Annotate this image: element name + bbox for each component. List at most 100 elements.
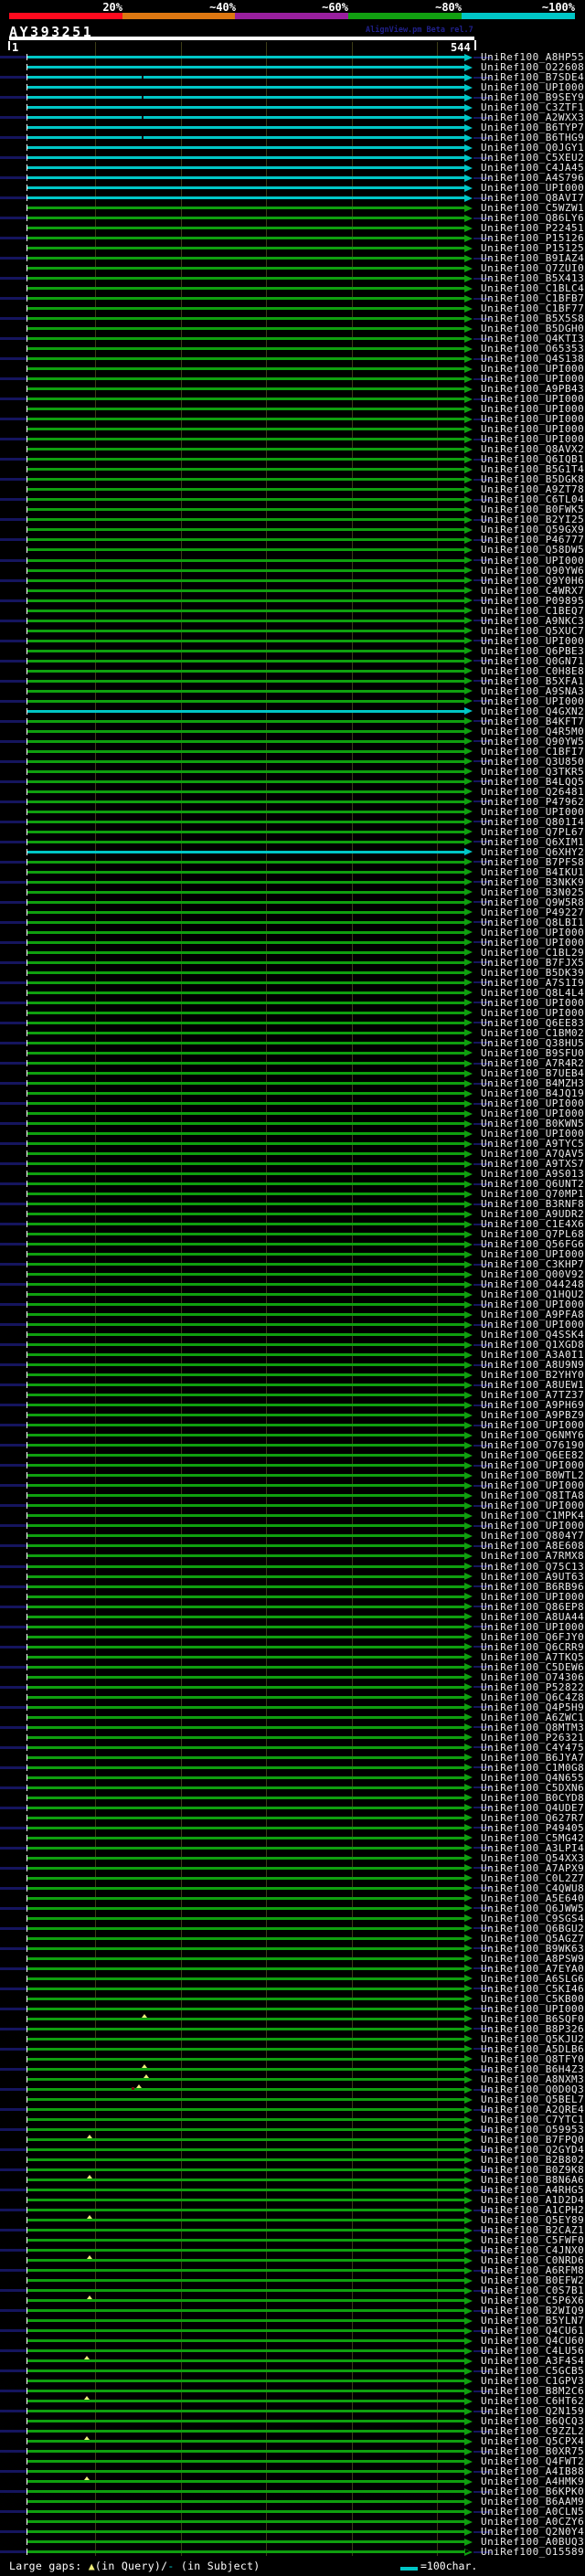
alignment-bar [27,1132,464,1136]
alignment-row[interactable]: UniRef100_Q6PBE3 [0,646,585,656]
alignment-row[interactable]: UniRef100_Q4R5M0 [0,726,585,737]
arrow-right-icon [464,1260,473,1268]
alignment-bar [27,377,464,381]
alignment-row[interactable]: UniRef100_Q4GXN2 [0,706,585,716]
arrow-right-icon [464,375,473,383]
arrow-right-icon [464,1774,473,1782]
subject-overhang-left [0,1987,27,1990]
alignment-row[interactable]: UniRef100_P52822 [0,1682,585,1692]
arrow-right-icon [464,1351,473,1359]
arrow-right-icon [464,1300,473,1309]
arrow-right-icon [464,2186,473,2194]
alignment-row[interactable]: UniRef100_Q4P5H9 [0,1702,585,1712]
alignment-row[interactable]: UniRef100_B4KFT7 [0,716,585,726]
subject-overhang-left [0,76,27,80]
arrow-right-icon [464,465,473,473]
alignment-bar [27,1414,464,1417]
alignment-row[interactable]: UniRef100_C5DEW6 [0,1662,585,1672]
subject-overhang-left [0,196,27,200]
alignment-bar [27,116,464,120]
alignment-row[interactable]: UniRef100_Q0GN71 [0,656,585,666]
alignment-row[interactable]: UniRef100_UPI000.. [0,556,585,566]
subject-overhang-left [0,981,27,984]
alignment-row[interactable]: UniRef100_B5XFA1 [0,676,585,686]
subject-overhang-left [0,860,27,864]
alignment-row[interactable]: UniRef100_A7RMX8 [0,1551,585,1561]
alignment-row[interactable]: UniRef100_Q9Y0H6 [0,576,585,586]
alignment-row[interactable]: UniRef100_A9NKC3 [0,616,585,626]
alignment-bar [27,1946,464,1950]
alignment-row[interactable]: UniRef100_Q8MTM3 [0,1723,585,1733]
alignment-row[interactable]: UniRef100_A9SNA3 [0,686,585,696]
alignment-row[interactable]: UniRef100_A6ZWC1 [0,1712,585,1723]
hit-accession-label: UniRef100_P26321 [481,1731,585,1744]
hit-accession-label: UniRef100_Q90YW6 [481,564,585,577]
alignment-row[interactable]: UniRef100_Q90YW6 [0,566,585,576]
alignment-row[interactable]: UniRef100_O74306 [0,1672,585,1682]
arrow-right-icon [464,597,473,605]
arrow-right-icon [464,1683,473,1691]
alignment-row[interactable]: UniRef100_P26321 [0,1733,585,1743]
arrow-right-icon [464,667,473,675]
subject-overhang-left [0,1966,27,1970]
alignment-bar [27,2309,464,2313]
arrow-right-icon [464,365,473,373]
alignment-row[interactable]: UniRef100_Q58DW5 [0,545,585,555]
hit-accession-label: UniRef100_Q5XUC7 [481,624,585,637]
alignment-bar [27,257,464,260]
hit-accession-label: UniRef100_Q6C4Z8 [481,1691,585,1703]
alignment-bar [27,1765,464,1769]
alignment-row[interactable]: UniRef100_C0H8E8 [0,666,585,676]
hit-accession-label: UniRef100_UPI000.. [481,554,585,567]
alignment-row[interactable]: UniRef100_UPI000.. [0,696,585,706]
alignment-bar [27,468,464,472]
alignment-bar [27,357,464,361]
alignment-bar [27,1997,464,2000]
arrow-right-icon [464,224,473,232]
arrow-right-icon [464,2327,473,2335]
alignment-row[interactable]: UniRef100_UPI000.. [0,1622,585,1632]
arrow-right-icon [464,1230,473,1238]
alignment-row[interactable]: UniRef100_Q75C13 [0,1562,585,1572]
arrow-right-icon [464,989,473,997]
alignment-row[interactable]: UniRef100_C1BEQ7 [0,606,585,616]
alignment-row[interactable]: UniRef100_Q6CRR9 [0,1642,585,1652]
gap-marker-icon [87,2135,92,2139]
arrow-right-icon [464,2497,473,2506]
alignment-row[interactable]: UniRef100_Q6C4Z8 [0,1692,585,1702]
alignment-row[interactable]: UniRef100_C4WRX7 [0,586,585,596]
alignment-bar [27,719,464,723]
subject-overhang-left [0,1786,27,1789]
subject-overhang-left [0,176,27,180]
alignment-row[interactable]: UniRef100_A8UA44 [0,1612,585,1622]
alignment-row[interactable]: UniRef100_Q5XUC7 [0,626,585,636]
alignment-row[interactable]: UniRef100_A7TKQ5 [0,1652,585,1662]
subject-overhang-left [0,136,27,140]
arrow-right-icon [464,637,473,645]
arrow-right-icon [464,53,473,61]
arrow-right-icon [464,495,473,504]
alignment-row[interactable]: UniRef100_A9UT63 [0,1572,585,1582]
alignment-bar [27,548,464,552]
alignment-bar [27,156,464,160]
arrow-right-icon [464,1190,473,1198]
alignment-row[interactable]: UniRef100_Q86EP8 [0,1602,585,1612]
subject-overhang-left [0,1122,27,1126]
hit-accession-label: UniRef100_Q6FJY0 [481,1630,585,1643]
alignment-row[interactable]: UniRef100_Q6FJY0 [0,1632,585,1642]
subject-overhang-left [0,2329,27,2333]
subject-overhang-left [0,1001,27,1004]
alignment-row[interactable]: UniRef100_P09895 [0,596,585,606]
alignment-bar [27,1253,464,1256]
subject-overhang-left [0,418,27,421]
alignment-row[interactable]: UniRef100_UPI000.. [0,1592,585,1602]
alignment-bar [27,699,464,703]
arrow-right-icon [464,1170,473,1178]
alignment-row[interactable]: UniRef100_O15589 [0,2547,585,2557]
alignment-bar [27,830,464,833]
alignment-row[interactable]: UniRef100_B6RB96 [0,1582,585,1592]
alignment-bar [27,2088,464,2092]
alignment-row[interactable]: UniRef100_UPI000.. [0,636,585,646]
subject-overhang-left [0,2189,27,2192]
alignment-bar [27,1021,464,1024]
